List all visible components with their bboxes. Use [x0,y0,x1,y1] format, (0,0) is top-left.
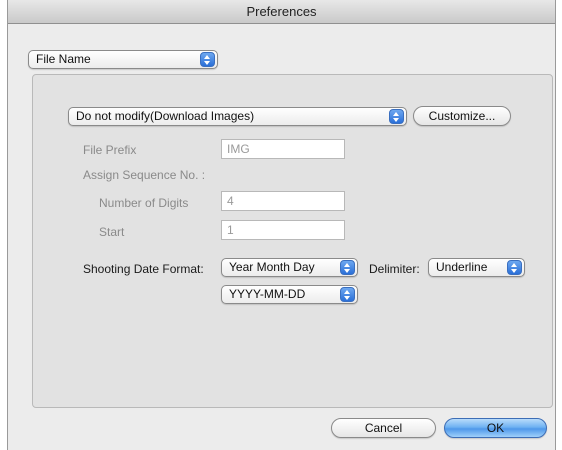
shooting-date-format-label: Shooting Date Format: [83,262,204,276]
number-of-digits-field[interactable]: 4 [221,191,345,211]
popup-arrows-icon [340,260,355,275]
shooting-date-format-popup[interactable]: Year Month Day [221,258,358,277]
category-popup[interactable]: File Name [28,50,218,69]
number-of-digits-label: Number of Digits [99,196,189,210]
popup-arrows-icon [200,52,215,67]
cancel-button[interactable]: Cancel [331,418,436,438]
start-label: Start [99,225,125,239]
ok-button-label: OK [486,421,505,435]
number-of-digits-value: 4 [227,194,234,208]
window-title: Preferences [246,4,317,19]
date-pattern-popup[interactable]: YYYY-MM-DD [221,285,358,304]
delimiter-popup[interactable]: Underline [428,258,525,277]
assign-sequence-label: Assign Sequence No. : [83,168,206,182]
delimiter-value: Underline [436,260,488,274]
customize-button-label: Customize... [428,109,496,123]
ok-button[interactable]: OK [444,418,547,438]
rename-mode-popup-value: Do not modify(Download Images) [76,109,255,123]
customize-button[interactable]: Customize... [413,106,511,126]
cancel-button-label: Cancel [364,421,403,435]
popup-arrows-icon [389,109,404,124]
title-bar[interactable]: Preferences [8,0,555,24]
category-popup-value: File Name [36,52,91,66]
preferences-window: Preferences File Name Do not modify(Down… [7,0,556,450]
start-number-value: 1 [227,223,234,237]
date-pattern-value: YYYY-MM-DD [229,287,306,301]
file-prefix-label: File Prefix [83,143,137,157]
file-prefix-value: IMG [227,142,250,156]
delimiter-label: Delimiter: [369,262,420,276]
popup-arrows-icon [507,260,522,275]
popup-arrows-icon [340,287,355,302]
file-prefix-field[interactable]: IMG [221,139,345,159]
start-number-field[interactable]: 1 [221,220,345,240]
shooting-date-format-value: Year Month Day [229,260,315,274]
rename-mode-popup[interactable]: Do not modify(Download Images) [68,107,407,126]
